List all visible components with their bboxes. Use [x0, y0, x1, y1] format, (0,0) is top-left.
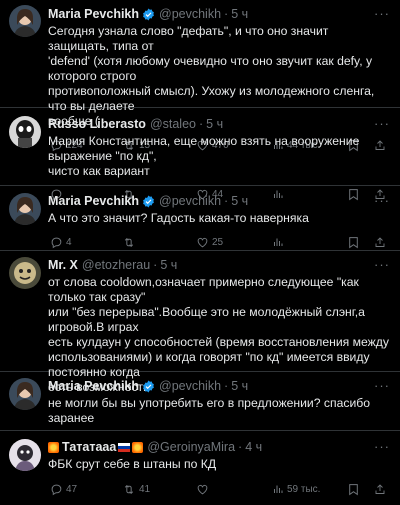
timestamp[interactable]: 5 ч [231, 379, 248, 394]
avatar[interactable] [9, 116, 41, 148]
like-button[interactable] [196, 483, 212, 496]
reply-button[interactable]: 47 [50, 483, 77, 496]
timestamp[interactable]: 5 ч [231, 7, 248, 22]
avatar[interactable] [9, 193, 41, 225]
separator-dot: · [224, 379, 229, 393]
like-button[interactable]: 25 [196, 236, 223, 249]
tweet[interactable]: Maria Pevchikh @pevchikh · 5 ч ··· не мо… [0, 372, 400, 431]
avatar[interactable] [9, 5, 41, 37]
share-button[interactable] [374, 483, 386, 496]
timestamp[interactable]: 5 ч [231, 194, 248, 209]
tweet[interactable]: Тататааа @GeroinyaMira · 4 ч ··· ФБК сру… [0, 431, 400, 505]
avatar[interactable] [9, 439, 41, 471]
retweet-icon [124, 484, 134, 494]
separator-dot: · [198, 117, 204, 131]
author-handle[interactable]: @pevchikh [159, 194, 221, 209]
tweet[interactable]: Maria Pevchikh @pevchikh · 5 ч ··· Сегод… [0, 0, 400, 151]
share-icon [375, 483, 385, 494]
bookmark-button[interactable] [348, 483, 359, 496]
more-options-icon[interactable]: ··· [374, 116, 390, 131]
retweet-count: 41 [139, 483, 151, 495]
author-name[interactable]: Russo Liberasto [48, 117, 146, 132]
separator-dot: · [224, 194, 229, 208]
tweet[interactable]: Mr. X @etozherau · 5 ч ··· от слова cool… [0, 251, 400, 394]
author-name[interactable]: Maria Pevchikh [48, 379, 139, 394]
reply-icon [51, 237, 62, 248]
like-count: 25 [212, 236, 224, 248]
tweet[interactable]: Maria Pevchikh @pevchikh · 5 ч ··· А что… [0, 186, 400, 251]
reply-count: 4 [66, 236, 72, 248]
avatar[interactable] [9, 257, 41, 289]
bookmark-button[interactable] [348, 236, 359, 249]
bookmark-icon [349, 483, 358, 495]
author-name[interactable]: Mr. X [48, 258, 78, 273]
tweet-text: Мария Константинна, еще можно взять на в… [48, 134, 360, 178]
author-name[interactable]: Maria Pevchikh [48, 194, 139, 209]
more-options-icon[interactable]: ··· [374, 6, 390, 21]
more-options-icon[interactable]: ··· [374, 439, 390, 454]
tweet-text: ФБК срут себе в штаны по КД [48, 457, 217, 471]
retweet-button[interactable]: 41 [122, 483, 150, 496]
verified-badge-icon [142, 195, 155, 208]
explosion-emoji-icon [132, 442, 144, 453]
reply-button[interactable]: 4 [50, 236, 72, 249]
author-name[interactable]: Maria Pevchikh [48, 7, 139, 22]
views-button[interactable]: 59 тыс. [272, 483, 320, 495]
reply-count: 47 [66, 483, 78, 495]
russian-flag-icon [118, 443, 131, 452]
heart-icon [197, 484, 208, 494]
separator-dot: · [238, 440, 243, 454]
views-chart-icon [274, 238, 283, 246]
explosion-emoji-icon [48, 442, 59, 453]
tweet-text: не могли бы вы употребить его в предложе… [48, 396, 371, 425]
more-options-icon[interactable]: ··· [374, 193, 390, 208]
author-handle[interactable]: @pevchikh [159, 7, 221, 22]
views-chart-icon [274, 485, 283, 493]
author-handle[interactable]: @staleo [150, 117, 196, 132]
separator-dot: · [224, 7, 229, 21]
tweet[interactable]: Russo Liberasto @staleo · 5 ч ··· Мария … [0, 108, 400, 200]
separator-dot: · [153, 258, 158, 272]
timestamp[interactable]: 5 ч [160, 258, 177, 273]
share-icon [375, 236, 385, 247]
views-count: 59 тыс. [287, 483, 321, 495]
reply-icon [51, 484, 62, 495]
author-handle[interactable]: @etozherau [82, 258, 150, 273]
tweet-text: А что это значит? Гадость какая-то навер… [48, 211, 309, 225]
avatar[interactable] [9, 378, 41, 410]
timestamp[interactable]: 4 ч [245, 440, 262, 455]
heart-icon [197, 237, 208, 247]
reply-thread: Maria Pevchikh @pevchikh · 5 ч ··· Сегод… [0, 0, 400, 505]
author-handle[interactable]: @pevchikh [159, 379, 221, 394]
verified-badge-icon [142, 380, 155, 393]
author-handle[interactable]: @GeroinyaMira [147, 440, 235, 455]
author-name[interactable]: Тататааа [62, 440, 116, 455]
more-options-icon[interactable]: ··· [374, 378, 390, 393]
views-button[interactable] [272, 236, 287, 248]
more-options-icon[interactable]: ··· [374, 257, 390, 272]
timestamp[interactable]: 5 ч [206, 117, 223, 132]
retweet-icon [124, 237, 134, 247]
share-button[interactable] [374, 236, 386, 249]
retweet-button[interactable] [122, 236, 139, 249]
verified-badge-icon [142, 8, 155, 21]
bookmark-icon [349, 236, 358, 248]
